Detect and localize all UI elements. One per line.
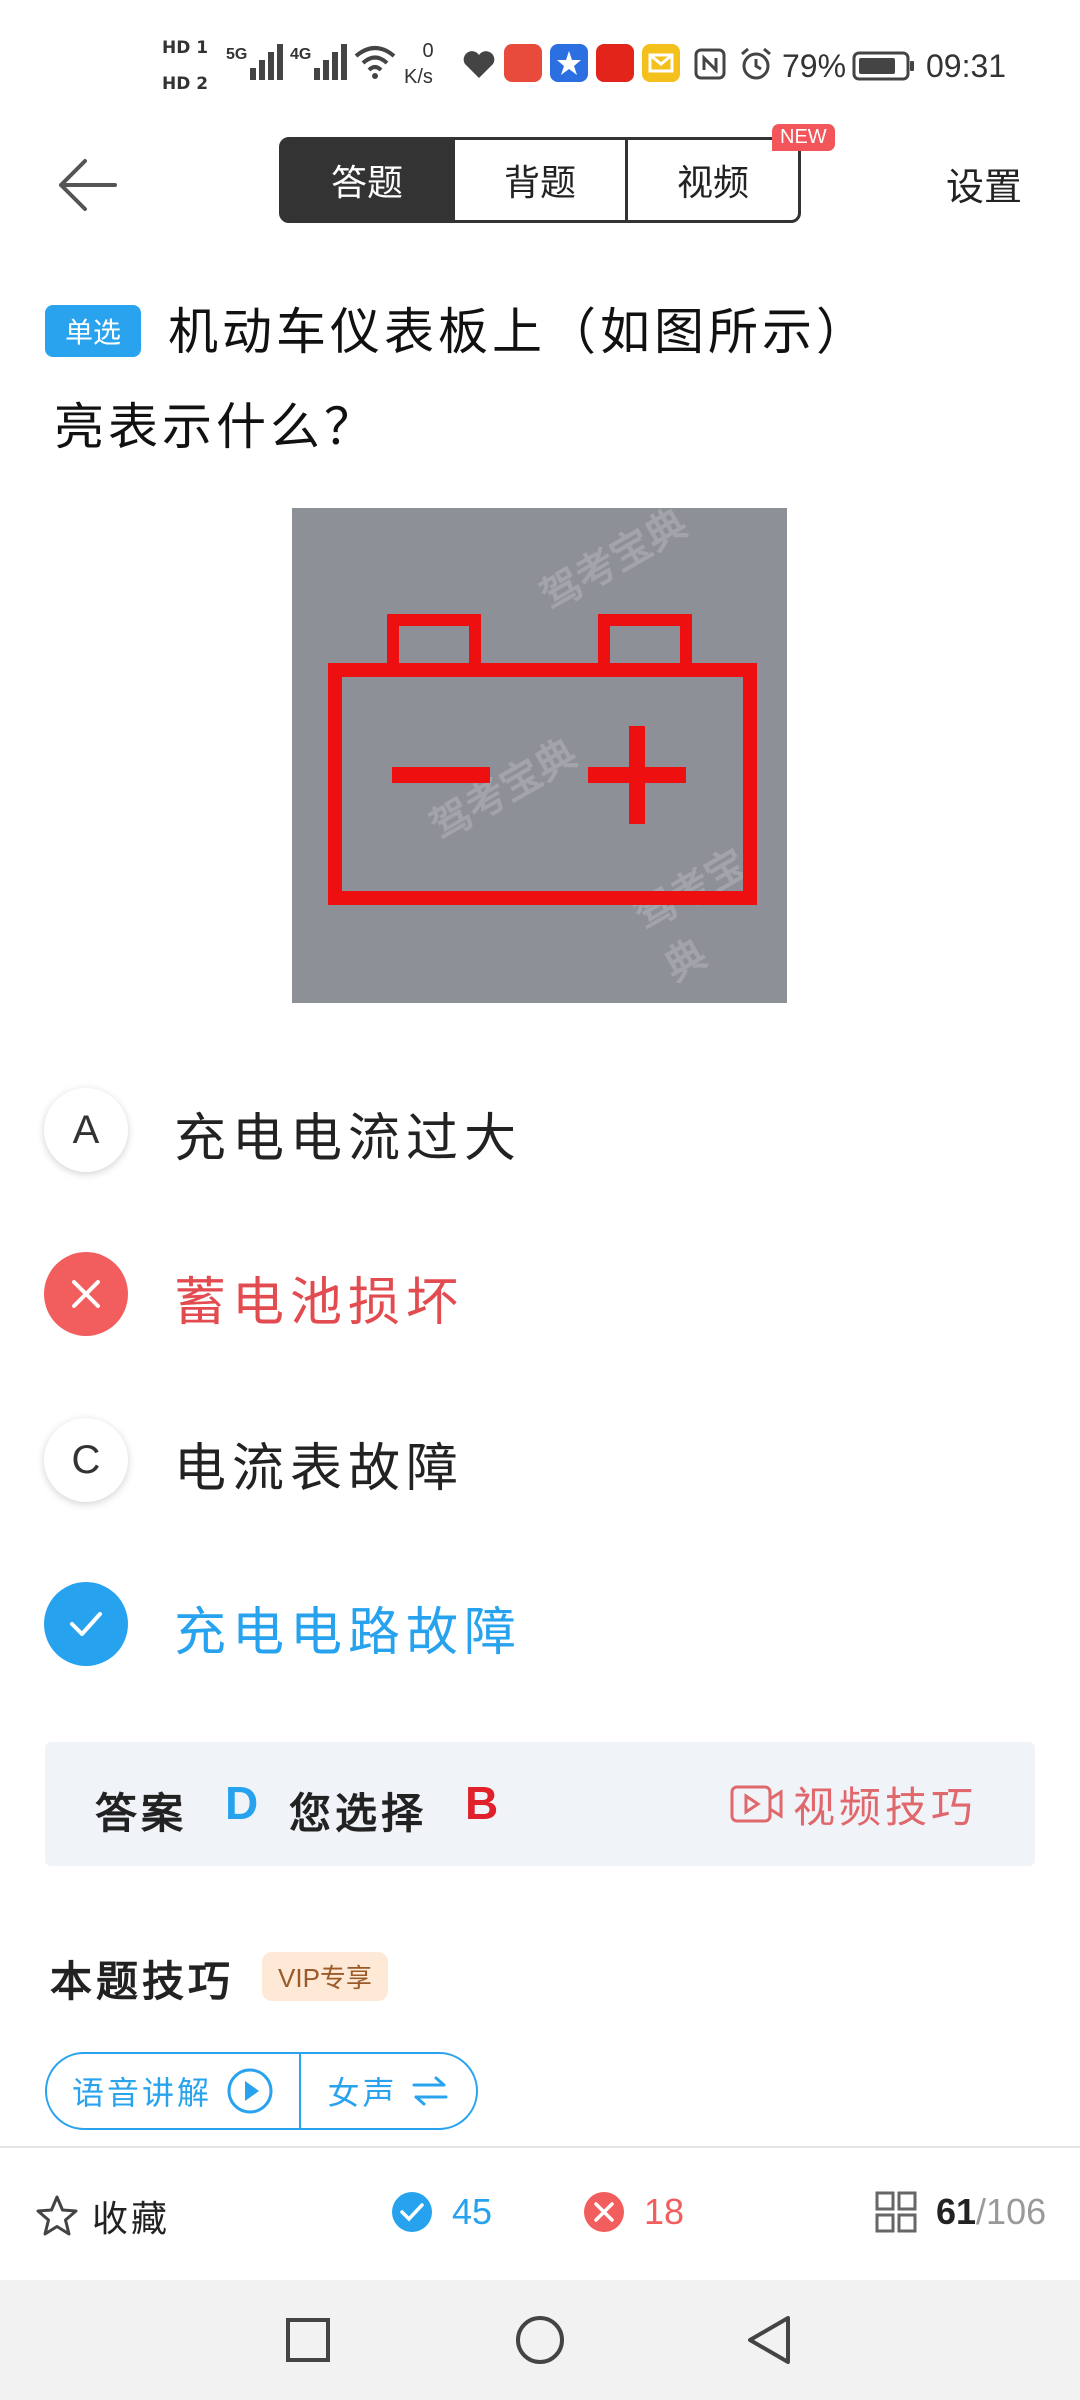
grid-icon — [875, 2191, 917, 2233]
option-a[interactable]: A 充电电流过大 — [44, 1088, 1044, 1178]
home-button[interactable] — [514, 2314, 566, 2366]
system-nav-bar — [0, 2280, 1080, 2400]
star-app-icon — [550, 44, 588, 82]
clock: 09:31 — [926, 48, 1007, 84]
option-text: 电流表故障 — [174, 1439, 465, 1499]
back-arrow-icon[interactable] — [55, 152, 121, 218]
option-b[interactable]: 蓄电池损坏 — [44, 1252, 1044, 1342]
option-text: 充电电流过大 — [174, 1109, 523, 1169]
tab-memorize[interactable]: 背题 — [452, 140, 625, 220]
option-c[interactable]: C 电流表故障 — [44, 1418, 1044, 1508]
net2-label: 4G — [290, 46, 312, 63]
question-text-line2: 亮表示什么？ — [54, 398, 378, 456]
new-badge: NEW — [772, 124, 835, 151]
net1-label: 5G — [226, 46, 248, 63]
tab-video[interactable]: 视频 — [625, 140, 798, 220]
option-text: 充电电路故障 — [174, 1603, 523, 1663]
vip-badge: VIP专享 — [262, 1952, 388, 2001]
progress-current: 61 — [936, 2191, 977, 2232]
huawei-mall-icon — [504, 44, 542, 82]
wrong-x-icon — [584, 2192, 624, 2232]
video-icon — [730, 1785, 783, 1823]
check-icon — [44, 1582, 128, 1666]
voice-gender-label: 女声 — [327, 2074, 398, 2112]
question-figure: 驾考宝典 驾考宝典 驾考宝典 — [292, 501, 787, 1003]
favorite-button[interactable]: 收藏 — [34, 2190, 170, 2242]
option-letter: C — [44, 1418, 128, 1502]
wrong-x-icon — [44, 1252, 128, 1336]
wifi-icon — [354, 46, 396, 79]
video-tips-label: 视频技巧 — [793, 1782, 978, 1832]
voice-explain-button[interactable]: 语音讲解 — [47, 2054, 301, 2128]
voice-gender-toggle[interactable]: 女声 — [301, 2054, 476, 2128]
status-bar: HD 1 HD 2 5G 4G 0 K/s 79% 09:31 — [0, 0, 1080, 130]
signal-1-icon — [250, 40, 286, 80]
question-index-button[interactable]: 61 /106 — [874, 2190, 1046, 2234]
favorite-label: 收藏 — [92, 2199, 171, 2240]
selected-label: 您选择 — [289, 1789, 428, 1838]
alarm-icon — [741, 47, 771, 80]
back-button[interactable] — [744, 2314, 796, 2366]
mode-tabs: 答题 背题 视频 — [279, 137, 801, 223]
mail-icon — [642, 44, 680, 82]
signal-2-icon — [314, 40, 350, 80]
selected-value: B — [465, 1777, 499, 1829]
correct-count-button[interactable]: 45 — [390, 2190, 492, 2234]
net-speed-value: 0 — [422, 40, 434, 62]
answer-label: 答案 — [95, 1789, 188, 1838]
option-d[interactable]: 充电电路故障 — [44, 1582, 1044, 1672]
battery-icon — [852, 51, 914, 81]
correct-count: 45 — [452, 2191, 493, 2232]
correct-check-icon — [392, 2192, 432, 2232]
swap-icon — [412, 2076, 447, 2106]
play-icon — [227, 2068, 273, 2114]
wrong-count-button[interactable]: 18 — [582, 2190, 684, 2234]
question-type-tag: 单选 — [45, 305, 141, 357]
voice-explain-label: 语音讲解 — [71, 2074, 212, 2112]
sim1-hd-icon: HD 1 — [162, 38, 209, 58]
net-speed-unit: K/s — [404, 66, 433, 88]
voice-explain-control: 语音讲解 女声 — [45, 2052, 478, 2130]
video-tips-button[interactable]: 视频技巧 — [729, 1774, 977, 1834]
answer-value: D — [225, 1777, 259, 1829]
tips-title: 本题技巧 — [50, 1957, 235, 2006]
progress-total: /106 — [976, 2191, 1047, 2232]
jd-618-icon — [596, 44, 634, 82]
answer-box: 答案 D 您选择 B 视频技巧 — [45, 1742, 1035, 1866]
health-heart-icon — [463, 51, 495, 78]
question-text-line1: 机动车仪表板上（如图所示） — [168, 303, 870, 361]
wrong-count: 18 — [644, 2191, 685, 2232]
bottom-toolbar: 收藏 45 18 61 /106 — [0, 2146, 1080, 2282]
nfc-icon — [694, 48, 726, 80]
option-text: 蓄电池损坏 — [174, 1273, 465, 1333]
sim2-hd-icon: HD 2 — [162, 74, 209, 94]
battery-percent: 79% — [782, 48, 847, 84]
tab-answer[interactable]: 答题 — [282, 140, 452, 220]
battery-warning-icon — [328, 614, 757, 905]
recent-apps-button[interactable] — [284, 2316, 332, 2364]
option-letter: A — [44, 1088, 128, 1172]
star-outline-icon — [36, 2195, 78, 2236]
settings-button[interactable]: 设置 — [946, 156, 1022, 211]
